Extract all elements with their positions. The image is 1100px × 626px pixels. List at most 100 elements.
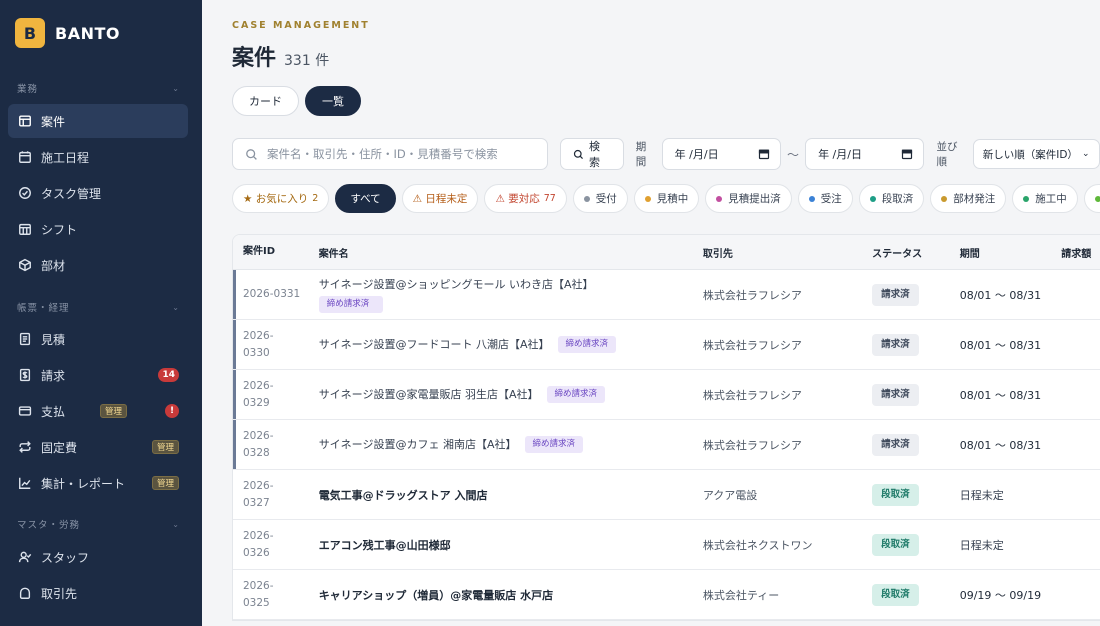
sidebar-item-clients[interactable]: 取引先	[8, 576, 188, 610]
sort-select[interactable]: 新しい順（案件ID） ⌄	[972, 139, 1100, 169]
sidebar-item-label: 部材	[41, 258, 66, 273]
status-badge: 請求済	[872, 383, 919, 406]
sidebar-item-tasks[interactable]: タスク管理	[8, 176, 188, 210]
period: 09/19 〜 09/19	[959, 588, 1042, 602]
client-name: 株式会社ラフレシア	[702, 388, 802, 402]
search-button[interactable]: 検索	[560, 138, 624, 170]
chip-label: 段取済	[881, 193, 914, 205]
case-id-line1: 2026-	[243, 430, 274, 443]
case-id-line2: 0328	[243, 446, 270, 459]
chip-status-in-progress[interactable]: 施工中	[1012, 184, 1078, 213]
date-to-input[interactable]: 年 /月/日	[805, 138, 925, 170]
billing-tag: 締め請求済	[546, 386, 606, 404]
nav-section-label: 業務	[17, 84, 39, 95]
status-dot	[716, 195, 723, 202]
sidebar-item-reports[interactable]: 集計・レポート 管理	[8, 466, 188, 500]
column-header-amount[interactable]: 請求額	[1051, 245, 1100, 260]
chip-favorites[interactable]: ★ お気に入り 2	[232, 184, 330, 213]
case-name[interactable]: キャリアショップ（増員）@家電量販店 水戸店	[307, 587, 693, 603]
invoice-icon	[18, 368, 32, 382]
client-name: 株式会社ラフレシア	[702, 288, 802, 302]
chip-status-prepared[interactable]: 段取済	[858, 184, 925, 213]
nav-section-business[interactable]: 業務 ⌄	[0, 78, 202, 98]
period-label: 期間	[635, 141, 647, 168]
table-row[interactable]: 2026- 0329 サイネージ設置@家電量販店 羽生店【A社】 締め請求済 株式会…	[233, 370, 1100, 420]
case-name-cell: サイネージ設置@ショッピングモール いわき店【A社】 締め請求済	[307, 276, 693, 313]
sidebar-item-cases[interactable]: 案件	[8, 104, 188, 138]
case-id-line2: 0325	[243, 596, 270, 609]
sidebar-item-estimates[interactable]: 見積	[8, 322, 188, 356]
case-id: 2026- 0327	[233, 478, 307, 511]
column-header-client[interactable]: 取引先	[693, 245, 862, 260]
chip-label: 見積中	[656, 193, 689, 205]
sidebar-item-materials[interactable]: 部材	[8, 248, 188, 282]
chip-action-required[interactable]: ⚠ 要対応 77	[484, 184, 567, 213]
column-header-id[interactable]: 案件ID	[233, 244, 307, 260]
client-name: 株式会社ラフレシア	[702, 438, 802, 452]
table-row[interactable]: 2026- 0325 キャリアショップ（増員）@家電量販店 水戸店 株式会社ティー…	[233, 570, 1100, 620]
chip-all[interactable]: すべて	[335, 184, 396, 213]
case-id-line1: 2026-	[243, 380, 274, 393]
admin-badge: 管理	[151, 476, 179, 490]
chip-status-materials-ordered[interactable]: 部材発注	[930, 184, 1007, 213]
sidebar-item-invoices[interactable]: 請求 14	[8, 358, 188, 392]
chip-count: 77	[543, 193, 556, 204]
alert-badge: !	[165, 404, 179, 418]
column-header-status[interactable]: ステータス	[862, 245, 950, 260]
sidebar-item-fixed-costs[interactable]: 固定費 管理	[8, 430, 188, 464]
sidebar-item-payments[interactable]: 支払 管理 !	[8, 394, 188, 428]
column-header-period[interactable]: 期間	[950, 245, 1052, 260]
nav-section-master[interactable]: マスタ・労務 ⌄	[0, 514, 202, 534]
sidebar-item-schedule[interactable]: 施工日程	[8, 140, 188, 174]
date-from-input[interactable]: 年 /月/日	[661, 138, 782, 170]
status-dot	[1094, 195, 1100, 202]
brand[interactable]: B BANTO	[0, 0, 202, 66]
sidebar-item-shift[interactable]: シフト	[8, 212, 188, 246]
case-id: 2026-0331	[243, 288, 301, 301]
chip-status-estimating[interactable]: 見積中	[633, 184, 700, 213]
invoice-count-badge: 14	[158, 368, 179, 382]
case-name[interactable]: サイネージ設置@ショッピングモール いわき店【A社】	[319, 276, 594, 292]
status-badge: 請求済	[872, 433, 919, 456]
status-cell: 請求済	[862, 433, 950, 456]
case-name-wrap: サイネージ設置@ショッピングモール いわき店【A社】 締め請求済	[318, 276, 693, 313]
table-row[interactable]: 2026- 0327 電気工事@ドラッグストア 入間店 アクア電設 段取済 日程未…	[233, 470, 1100, 520]
chip-status-more[interactable]	[1083, 184, 1100, 213]
chip-label: ⚠ 要対応	[495, 193, 540, 205]
case-name[interactable]: サイネージ設置@フードコート 八潮店【A社】	[319, 338, 550, 351]
table-header: 案件ID 案件名 取引先 ステータス 期間 請求額	[233, 235, 1100, 270]
column-header-name[interactable]: 案件名	[307, 245, 693, 260]
status-cell: 段取済	[862, 483, 950, 506]
chip-label: 受付	[595, 193, 617, 205]
sidebar-item-label: 集計・レポート	[41, 476, 126, 491]
repeat-icon	[18, 440, 32, 454]
period: 日程未定	[959, 538, 1004, 552]
sidebar-item-staff[interactable]: スタッフ	[8, 540, 188, 574]
card-view-button[interactable]: カード	[232, 86, 299, 116]
period: 08/01 〜 08/31	[959, 338, 1042, 352]
chip-status-estimate-submitted[interactable]: 見積提出済	[705, 184, 792, 213]
chip-status-ordered[interactable]: 受注	[797, 184, 853, 213]
calendar-icon[interactable]	[758, 148, 770, 160]
chevron-down-icon: ⌄	[172, 83, 180, 93]
sidebar-item-label: 取引先	[41, 586, 78, 601]
sidebar-item-label: 施工日程	[41, 150, 90, 165]
table-row[interactable]: 2026-0331 サイネージ設置@ショッピングモール いわき店【A社】 締め請…	[233, 270, 1100, 320]
case-name[interactable]: 電気工事@ドラッグストア 入間店	[307, 487, 693, 503]
table-row[interactable]: 2026- 0326 エアコン残工事@山田様邸 株式会社ネクストワン 段取済 日程…	[233, 520, 1100, 570]
handshake-icon	[18, 586, 32, 600]
chip-unscheduled[interactable]: ⚠ 日程未定	[401, 184, 479, 213]
case-name[interactable]: サイネージ設置@家電量販店 羽生店【A社】	[319, 388, 539, 401]
search-input[interactable]: 案件名・取引先・住所・ID・見積番号で検索	[232, 138, 549, 170]
filter-bar: 案件名・取引先・住所・ID・見積番号で検索 検索 期間 年 /月/日 〜 年 /…	[232, 138, 1100, 170]
calendar-icon[interactable]	[901, 148, 913, 160]
case-name[interactable]: サイネージ設置@カフェ 湘南店【A社】	[319, 438, 517, 451]
user-icon	[18, 550, 32, 564]
chip-status-received[interactable]: 受付	[572, 184, 628, 213]
case-name[interactable]: エアコン残工事@山田様邸	[307, 537, 693, 553]
table-row[interactable]: 2026- 0328 サイネージ設置@カフェ 湘南店【A社】 締め請求済 株式会社ラ…	[233, 420, 1100, 470]
list-view-button[interactable]: 一覧	[305, 86, 361, 116]
chip-label: 部材発注	[953, 193, 996, 205]
table-row[interactable]: 2026- 0330 サイネージ設置@フードコート 八潮店【A社】 締め請求済 株式…	[233, 320, 1100, 370]
nav-section-accounting[interactable]: 帳票・経理 ⌄	[0, 297, 202, 317]
